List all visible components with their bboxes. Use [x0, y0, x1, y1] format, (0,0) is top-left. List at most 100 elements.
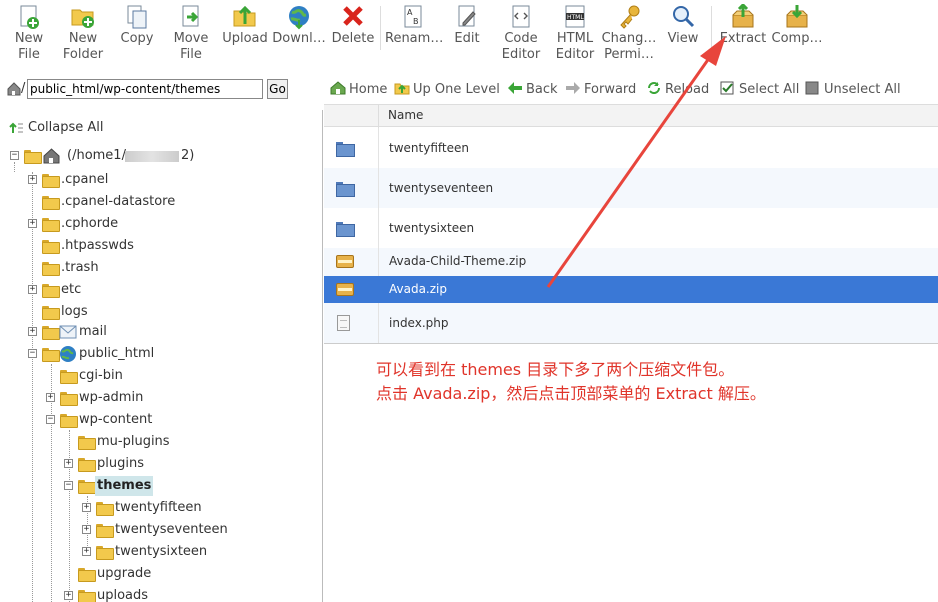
- html-icon-text: HTML: [567, 14, 584, 21]
- expand-toggle-icon[interactable]: +: [28, 285, 37, 294]
- column-divider: [378, 128, 379, 168]
- tree-item-label: cgi-bin: [79, 368, 123, 383]
- envelope-icon: [59, 324, 77, 347]
- table-row[interactable]: index.php: [324, 303, 938, 344]
- upload-button[interactable]: Upload: [217, 2, 273, 66]
- new-file-icon: [16, 4, 42, 30]
- select-all-button[interactable]: Select All: [720, 80, 799, 100]
- forward-button[interactable]: Forward: [565, 80, 636, 100]
- back-label: Back: [526, 82, 558, 97]
- copy-button[interactable]: Copy: [109, 2, 165, 66]
- home-label: Home: [349, 82, 388, 97]
- home-button[interactable]: Home: [330, 80, 387, 100]
- tree-item-label: wp-admin: [79, 390, 144, 405]
- expand-toggle-icon[interactable]: +: [82, 525, 91, 534]
- back-button[interactable]: Back: [507, 80, 558, 100]
- tree-item-label: etc: [61, 282, 82, 297]
- upload-icon: [232, 4, 258, 30]
- tree-item-label: logs: [61, 304, 88, 319]
- up-one-level-button[interactable]: Up One Level: [394, 80, 500, 100]
- toolbar-separator: [711, 6, 712, 50]
- redacted-username: [125, 151, 179, 162]
- folder-icon: [78, 568, 96, 582]
- edit-button[interactable]: Edit: [439, 2, 495, 66]
- expand-toggle-icon[interactable]: +: [64, 591, 73, 600]
- copy-icon: [124, 4, 150, 30]
- tree-root-label: (/home1/: [67, 148, 126, 163]
- extract-button[interactable]: Extract: [715, 2, 771, 66]
- tree-item-label-selected: themes: [95, 476, 154, 496]
- reload-button[interactable]: Reload: [646, 80, 709, 100]
- delete-button[interactable]: Delete: [325, 2, 381, 66]
- tree-item-label: wp-content: [79, 412, 153, 427]
- file-list: Name twentyfifteen twentyseventeen twent…: [324, 104, 938, 344]
- code-editor-button[interactable]: Code Editor: [493, 2, 549, 66]
- column-divider: [378, 303, 379, 343]
- unselect-all-button[interactable]: Unselect All: [805, 80, 901, 100]
- table-row-selected[interactable]: Avada.zip: [324, 276, 938, 303]
- move-file-button[interactable]: Move File: [163, 2, 219, 66]
- magnifier-icon: [670, 4, 696, 30]
- collapse-all-icon: [8, 121, 24, 142]
- folder-icon: [42, 196, 60, 210]
- change-permissions-button[interactable]: Chang… Permi…: [601, 2, 657, 66]
- folder-icon: [336, 142, 355, 157]
- tree-guide: [69, 430, 70, 602]
- expand-toggle-icon[interactable]: +: [28, 175, 37, 184]
- svg-text:B: B: [413, 17, 419, 26]
- folder-icon: [78, 458, 96, 472]
- folder-icon: [336, 222, 355, 237]
- expand-toggle-icon[interactable]: +: [28, 219, 37, 228]
- tree-item-label: upgrade: [97, 566, 152, 581]
- tree-item-root[interactable]: − (/home1/ 2): [10, 146, 310, 166]
- folder-icon: [78, 590, 96, 602]
- table-row[interactable]: twentysixteen: [324, 208, 938, 248]
- tree-item-label: .htpasswds: [61, 238, 134, 253]
- compress-button[interactable]: Comp…: [769, 2, 825, 66]
- code-editor-icon: [508, 4, 534, 30]
- folder-icon: [96, 546, 114, 560]
- go-button[interactable]: Go: [267, 79, 288, 99]
- rename-button[interactable]: AB Renam…: [385, 2, 443, 66]
- folder-open-icon: [42, 348, 60, 362]
- folder-open-icon: [24, 150, 42, 164]
- zip-archive-icon: [336, 283, 354, 296]
- expand-toggle-icon[interactable]: +: [46, 393, 55, 402]
- new-file-button[interactable]: New File: [1, 2, 57, 66]
- table-row[interactable]: twentyfifteen: [324, 128, 938, 168]
- tree-item-label: public_html: [79, 346, 155, 361]
- download-button[interactable]: Downl…: [271, 2, 327, 66]
- up-one-level-label: Up One Level: [413, 82, 500, 97]
- download-globe-icon: [286, 4, 312, 30]
- table-row[interactable]: twentyseventeen: [324, 168, 938, 208]
- new-folder-icon: [70, 4, 96, 30]
- path-slash: /: [21, 81, 26, 96]
- tree-item-label: .cphorde: [61, 216, 119, 231]
- home-icon: [43, 148, 60, 171]
- expand-toggle-icon[interactable]: +: [82, 547, 91, 556]
- expand-toggle-icon[interactable]: +: [28, 327, 37, 336]
- navigation-bar: Home Up One Level Back Forward Reload Se…: [324, 78, 938, 102]
- view-button[interactable]: View: [655, 2, 711, 66]
- column-divider: [378, 248, 379, 276]
- folder-icon: [42, 284, 60, 298]
- html-editor-button[interactable]: HTML HTML Editor: [547, 2, 603, 66]
- collapse-toggle-icon[interactable]: −: [46, 415, 55, 424]
- back-arrow-icon: [507, 81, 523, 95]
- collapse-toggle-icon[interactable]: −: [28, 349, 37, 358]
- collapse-toggle-icon[interactable]: −: [64, 481, 73, 490]
- collapse-toggle-icon[interactable]: −: [10, 151, 19, 160]
- table-row[interactable]: Avada-Child-Theme.zip: [324, 248, 938, 276]
- move-file-icon: [178, 4, 204, 30]
- tree-item-label: twentyfifteen: [115, 500, 202, 515]
- new-folder-button[interactable]: New Folder: [55, 2, 111, 66]
- expand-toggle-icon[interactable]: +: [64, 459, 73, 468]
- tree-item-label: .cpanel-datastore: [61, 194, 176, 209]
- file-name: twentysixteen: [389, 221, 475, 235]
- key-icon: [616, 4, 642, 30]
- file-name: twentyfifteen: [389, 141, 469, 155]
- expand-toggle-icon[interactable]: +: [82, 503, 91, 512]
- folder-icon: [42, 262, 60, 276]
- column-header-name[interactable]: Name: [388, 108, 423, 122]
- path-input[interactable]: [27, 79, 263, 99]
